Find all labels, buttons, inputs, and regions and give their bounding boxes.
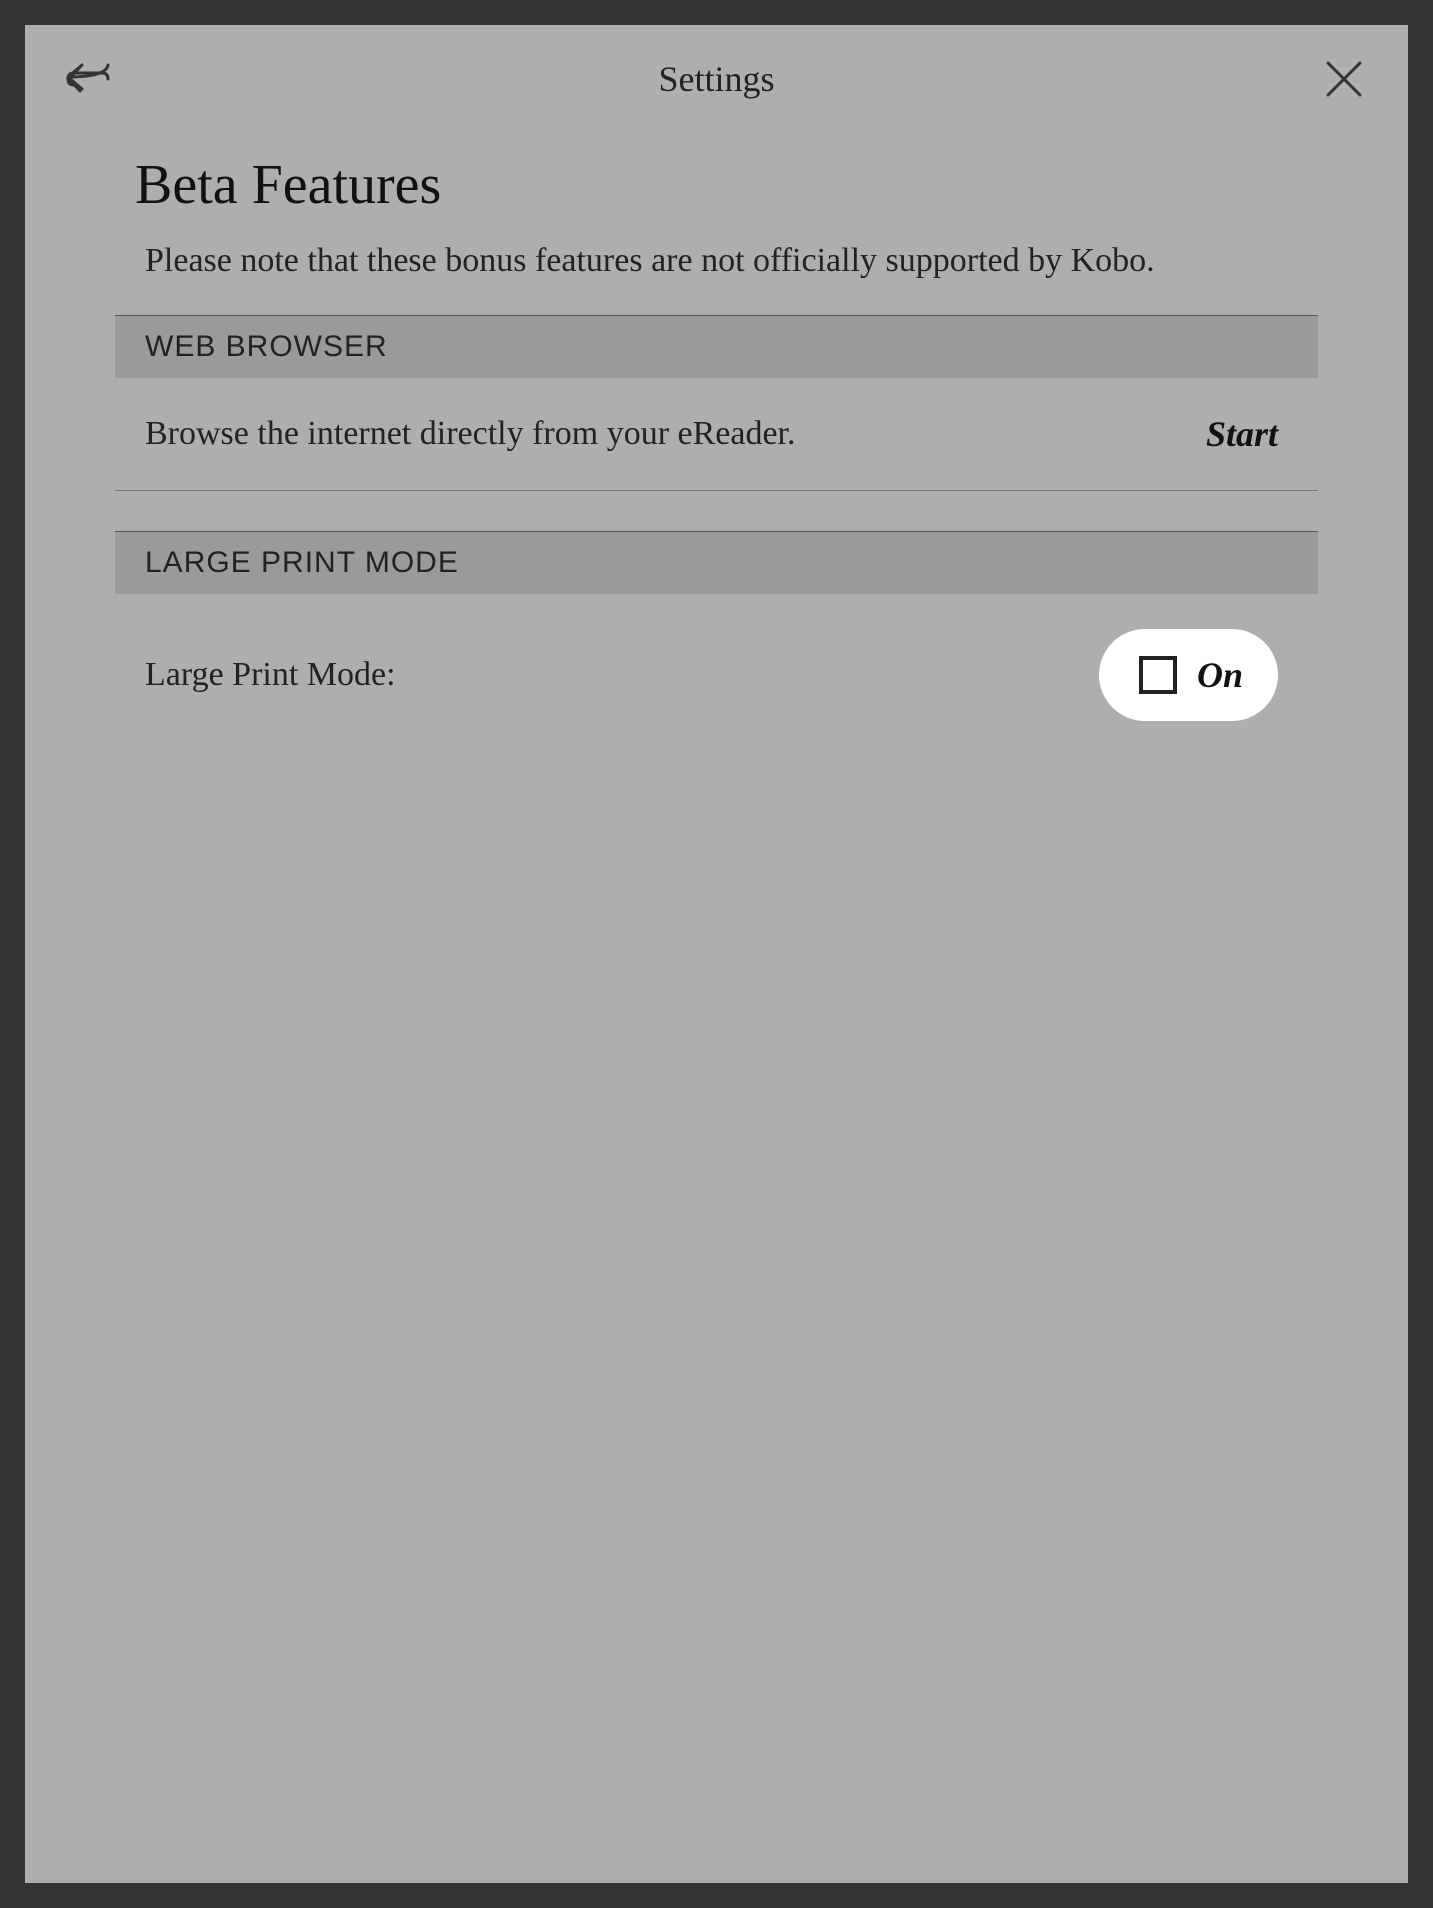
page-title: Beta Features bbox=[25, 153, 1408, 237]
web-browser-row: Browse the internet directly from your e… bbox=[115, 378, 1318, 491]
web-browser-start-button[interactable]: Start bbox=[1206, 413, 1278, 455]
section-header-web-browser: WEB BROWSER bbox=[115, 315, 1318, 378]
close-icon bbox=[1326, 61, 1362, 97]
large-print-row: Large Print Mode: On bbox=[115, 594, 1318, 756]
toggle-label: On bbox=[1197, 654, 1243, 696]
close-button[interactable] bbox=[1320, 55, 1368, 103]
large-print-toggle[interactable]: On bbox=[1099, 629, 1278, 721]
section-header-large-print: LARGE PRINT MODE bbox=[115, 531, 1318, 594]
settings-screen: Settings Beta Features Please note that … bbox=[25, 25, 1408, 1883]
page-subtitle: Please note that these bonus features ar… bbox=[25, 237, 1408, 315]
web-browser-description: Browse the internet directly from your e… bbox=[145, 415, 796, 453]
header-title: Settings bbox=[658, 58, 774, 100]
content-area: Beta Features Please note that these bon… bbox=[25, 123, 1408, 756]
large-print-label: Large Print Mode: bbox=[145, 656, 396, 694]
back-arrow-icon bbox=[66, 59, 112, 99]
spacer bbox=[25, 491, 1408, 531]
checkbox-icon bbox=[1139, 656, 1177, 694]
header-bar: Settings bbox=[25, 25, 1408, 123]
back-button[interactable] bbox=[65, 55, 113, 103]
